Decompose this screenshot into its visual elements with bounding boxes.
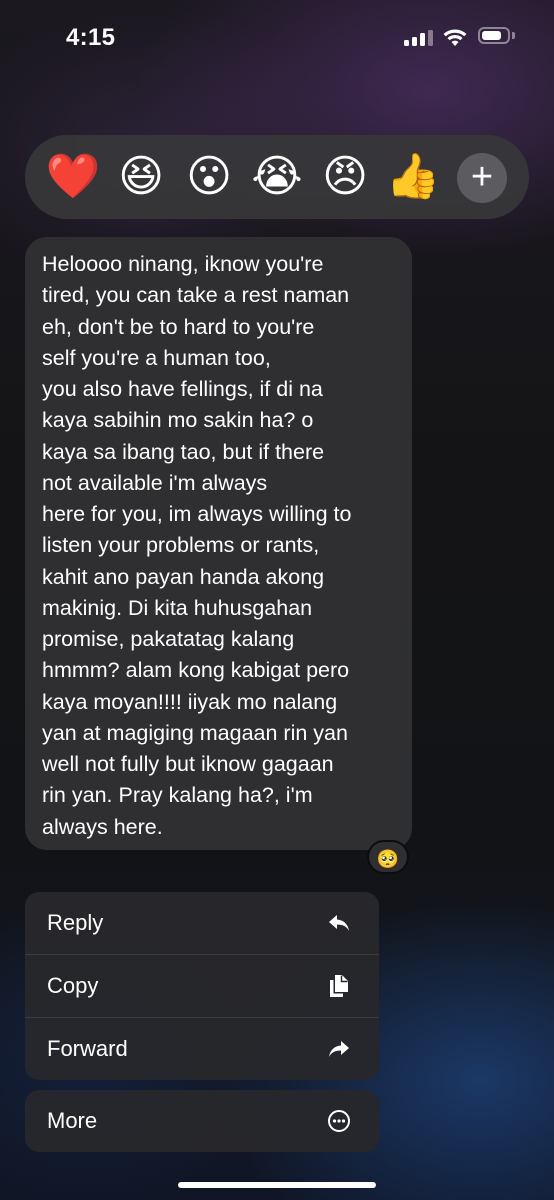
menu-item-more[interactable]: More	[25, 1090, 379, 1152]
reaction-picker: ❤️ 😆 😮 😭 😠 👍 +	[25, 135, 529, 219]
reaction-angry[interactable]: 😠	[317, 149, 373, 205]
message-line: you also have fellings, if di na	[42, 377, 323, 401]
message-line: Heloooo ninang, iknow you're	[42, 252, 324, 276]
reaction-laugh[interactable]: 😆	[113, 149, 169, 205]
message-line: hmmm? alam kong kabigat pero	[42, 658, 350, 683]
message-line: self you're a human too,	[42, 345, 271, 370]
reaction-wow[interactable]: 😮	[181, 149, 237, 205]
status-time: 4:15	[66, 24, 116, 51]
reaction-cry[interactable]: 😭	[249, 149, 305, 205]
menu-item-label: Reply	[47, 910, 104, 935]
message-line: kaya sabihin mo sakin ha? o	[42, 408, 314, 433]
message-line: tired, you can take a rest naman	[42, 283, 350, 308]
menu-item-label: Forward	[47, 1036, 128, 1061]
menu-item-reply[interactable]: Reply	[25, 892, 379, 954]
more-icon	[328, 1110, 350, 1132]
home-indicator[interactable]	[178, 1182, 376, 1188]
message-reaction-badge[interactable]: 🥺	[367, 840, 409, 874]
menu-item-label: More	[47, 1108, 98, 1133]
battery-level	[482, 31, 502, 40]
menu-item-forward[interactable]: Forward	[25, 1017, 379, 1080]
message-text: Heloooo ninang, iknow you're tired, you …	[42, 249, 400, 843]
message-line: kaya moyan!!!! iiyak mo nalang	[42, 689, 338, 714]
add-reaction-button[interactable]: +	[457, 153, 507, 203]
reaction-thumbs-up[interactable]: 👍	[385, 149, 441, 205]
message-line: makinig. Di kita huhusgahan	[42, 595, 313, 620]
reply-icon	[329, 915, 349, 931]
menu-item-copy[interactable]: Copy	[25, 954, 379, 1017]
wifi-icon	[443, 29, 467, 46]
message-line: well not fully but iknow gagaan	[42, 752, 334, 776]
message-line: kaya sa ibang tao, but if there	[42, 439, 325, 464]
message-line: yan at magiging magaan rin yan	[42, 720, 348, 745]
battery-icon	[478, 27, 510, 44]
message-line: listen your problems or rants,	[42, 533, 320, 558]
status-bar: 4:15	[0, 0, 554, 72]
battery-nub	[512, 32, 515, 39]
message-line: promise, pakatatag kalang	[42, 627, 295, 651]
message-line: always here.	[42, 814, 163, 839]
menu-item-label: Copy	[47, 973, 99, 998]
reaction-heart[interactable]: ❤️	[45, 149, 101, 205]
context-menu: Reply Copy Forward	[25, 892, 379, 1080]
message-bubble[interactable]: Heloooo ninang, iknow you're tired, you …	[25, 237, 412, 850]
cellular-signal-icon	[404, 30, 434, 46]
message-line: rin yan. Pray kalang ha?, i'm	[42, 783, 313, 808]
message-line: eh, don't be to hard to you're	[42, 314, 315, 339]
forward-icon	[329, 1041, 349, 1057]
message-line: here for you, im always willing to	[42, 502, 352, 526]
copy-icon	[330, 975, 348, 997]
message-line: not available i'm always	[42, 470, 268, 495]
message-line: kahit ano payan handa akong	[42, 564, 325, 589]
